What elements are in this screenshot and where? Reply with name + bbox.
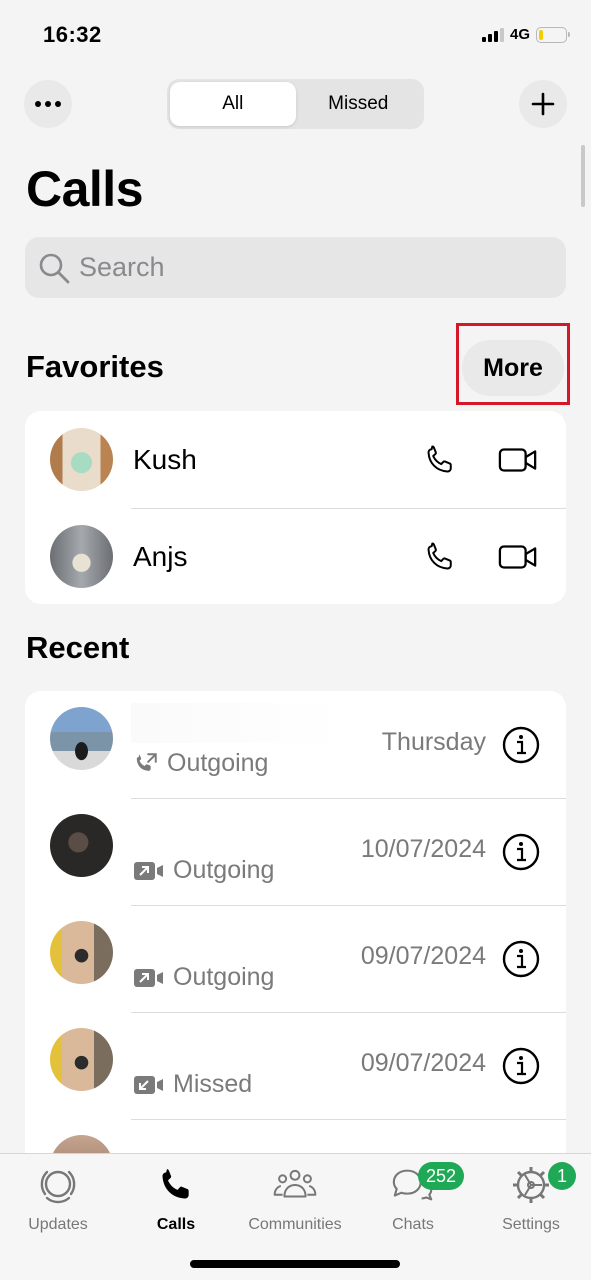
tab-label: Settings [502, 1216, 560, 1233]
recent-heading: Recent [26, 630, 130, 665]
avatar [50, 1028, 113, 1091]
home-indicator[interactable] [190, 1260, 400, 1268]
favorites-heading: Favorites [26, 349, 164, 384]
segment-all[interactable]: All [170, 82, 296, 126]
phone-icon [162, 1169, 189, 1199]
missed-video-call-icon [134, 1075, 163, 1094]
voice-call-button[interactable] [420, 537, 460, 577]
status-indicators: 4G [481, 26, 570, 43]
scrollbar[interactable] [581, 145, 585, 207]
avatar [50, 707, 113, 770]
call-type-label: Outgoing [173, 856, 275, 884]
favorite-item[interactable]: Kush [25, 411, 566, 508]
more-options-button[interactable] [24, 80, 72, 128]
outgoing-voice-call-icon [136, 752, 157, 771]
unread-chats-badge: 252 [418, 1162, 465, 1190]
ellipsis-icon [35, 101, 61, 107]
tab-label: Updates [28, 1216, 88, 1233]
contact-name-redacted [131, 703, 351, 743]
search-input[interactable] [79, 252, 519, 283]
call-type-label: Outgoing [173, 963, 275, 991]
outgoing-video-call-icon [134, 861, 163, 880]
info-icon[interactable] [502, 833, 540, 871]
search-icon [39, 253, 70, 283]
settings-badge: 1 [548, 1162, 576, 1190]
tab-label: Chats [392, 1216, 434, 1233]
call-type: Outgoing [133, 963, 274, 992]
tab-label: Calls [156, 1216, 196, 1233]
recent-call-item[interactable]: Outgoing 09/07/2024 [25, 905, 566, 1012]
network-type: 4G [509, 26, 530, 43]
info-icon[interactable] [502, 940, 540, 978]
call-type: Outgoing [133, 749, 268, 778]
video-icon [498, 447, 537, 472]
favorites-list: Kush Anjs [25, 411, 566, 604]
video-call-button[interactable] [498, 440, 538, 480]
recent-call-item[interactable]: Outgoing 10/07/2024 [25, 798, 566, 905]
video-icon [498, 544, 537, 569]
call-type-label: Missed [173, 1070, 253, 1098]
favorite-name: Anjs [133, 540, 188, 572]
phone-icon [427, 542, 452, 569]
avatar [50, 814, 113, 877]
communities-icon [273, 1169, 317, 1198]
tab-calls[interactable]: Calls [121, 1162, 231, 1234]
tab-label: Communities [248, 1216, 342, 1233]
tab-settings[interactable]: Settings 1 [476, 1162, 586, 1234]
status-time: 16:32 [43, 22, 102, 47]
tab-updates[interactable]: Updates [3, 1162, 113, 1234]
call-type: Missed [133, 1070, 252, 1099]
phone-icon [427, 445, 452, 472]
info-icon[interactable] [502, 726, 540, 764]
new-call-button[interactable] [519, 80, 567, 128]
settings-icon [513, 1167, 549, 1203]
updates-icon [40, 1170, 76, 1204]
page-title: Calls [26, 161, 144, 217]
favorite-item[interactable]: Anjs [25, 508, 566, 604]
plus-icon [531, 92, 555, 116]
tab-communities[interactable]: Communities [240, 1162, 350, 1234]
battery-icon [536, 26, 570, 43]
recent-calls-list: Outgoing Thursday Outgoing 10/07/2024 Ou… [25, 691, 566, 1191]
avatar [50, 428, 113, 491]
favorite-name: Kush [133, 443, 197, 475]
voice-call-button[interactable] [420, 440, 460, 480]
tab-chats[interactable]: Chats 252 [358, 1162, 468, 1234]
call-date: 09/07/2024 [360, 1049, 486, 1077]
recent-call-item[interactable]: Missed 09/07/2024 [25, 1012, 566, 1119]
calls-screen: 16:32 4G All Missed Calls Favorites More… [0, 0, 591, 1280]
search-bar[interactable] [25, 237, 566, 298]
video-call-button[interactable] [498, 537, 538, 577]
calls-filter-segmented-control: All Missed [167, 79, 424, 129]
avatar [50, 525, 113, 588]
call-type: Outgoing [133, 856, 274, 885]
status-bar: 16:32 4G [0, 0, 591, 70]
favorites-more-button[interactable]: More [462, 340, 564, 396]
segment-missed[interactable]: Missed [296, 82, 422, 126]
call-date: Thursday [381, 728, 486, 756]
outgoing-video-call-icon [134, 968, 163, 987]
avatar [50, 921, 113, 984]
info-icon[interactable] [502, 1047, 540, 1085]
recent-call-item[interactable]: Outgoing Thursday [25, 691, 566, 798]
call-date: 09/07/2024 [360, 942, 486, 970]
call-date: 10/07/2024 [360, 835, 486, 863]
signal-icon [481, 27, 504, 42]
call-type-label: Outgoing [167, 749, 269, 777]
